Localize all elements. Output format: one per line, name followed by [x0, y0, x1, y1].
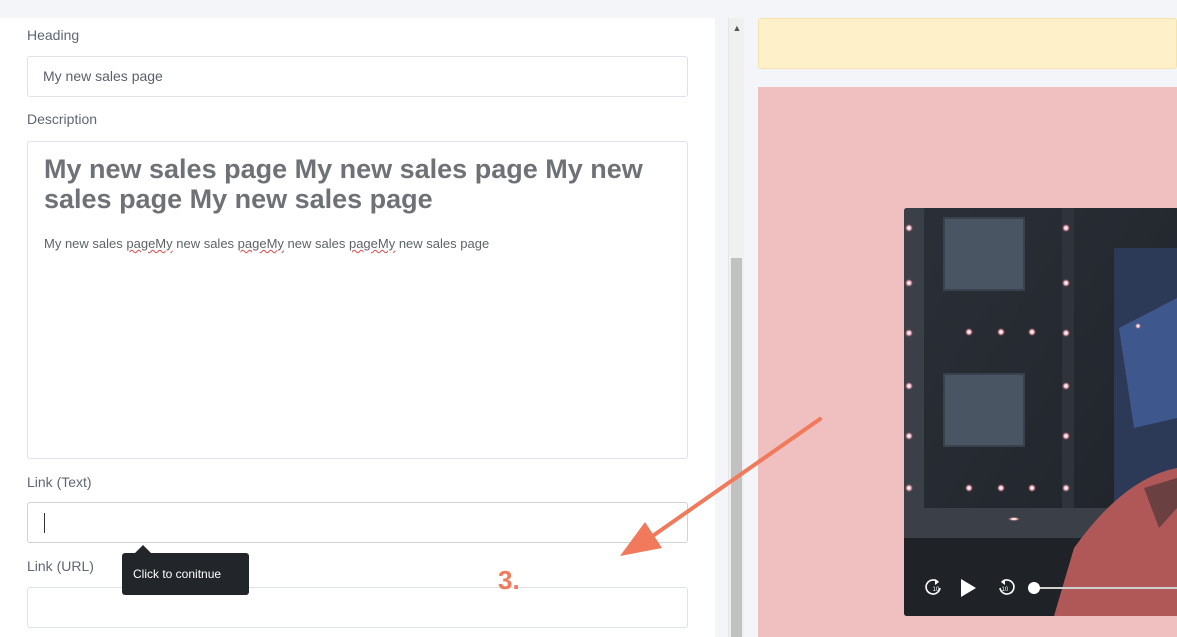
- description-body: My new sales pageMy new sales pageMy new…: [44, 236, 671, 251]
- editor-panel: Heading My new sales page Description My…: [0, 18, 715, 637]
- body-text: new sales page: [395, 236, 490, 251]
- page: Heading My new sales page Description My…: [0, 0, 1177, 637]
- tooltip-pointer: [135, 545, 151, 553]
- heading-label: Heading: [27, 27, 80, 43]
- video-player[interactable]: 10 10: [904, 208, 1177, 616]
- link-text-input[interactable]: [27, 502, 688, 543]
- body-text: new sales: [172, 236, 238, 251]
- scroll-thumb[interactable]: [731, 258, 742, 637]
- description-heading: My new sales page My new sales page My n…: [44, 154, 643, 214]
- svg-text:10: 10: [1002, 587, 1009, 593]
- controls-bar: 10 10: [925, 579, 1177, 597]
- video-frame: [904, 208, 1177, 616]
- tooltip[interactable]: Click to conitnue: [122, 553, 249, 595]
- notice-bar: [758, 18, 1177, 69]
- play-icon[interactable]: [961, 579, 976, 597]
- link-url-label: Link (URL): [27, 558, 94, 574]
- replay-10-icon[interactable]: 10: [925, 579, 941, 595]
- progress-slider[interactable]: [1028, 582, 1177, 594]
- description-label: Description: [27, 111, 98, 127]
- body-text: My new sales: [44, 236, 127, 251]
- step-number: 3.: [498, 565, 520, 595]
- editor-scrollbar[interactable]: ▲: [728, 18, 744, 637]
- svg-text:10: 10: [933, 587, 940, 593]
- text-caret: [44, 513, 45, 533]
- misspelled-word: pageMy: [126, 236, 173, 251]
- video-controls: 10 10: [904, 573, 1177, 603]
- misspelled-word: pageMy: [237, 236, 284, 251]
- description-editor[interactable]: My new sales page My new sales page My n…: [27, 141, 688, 459]
- forward-10-icon[interactable]: 10: [999, 579, 1015, 595]
- heading-input[interactable]: My new sales page: [27, 56, 688, 97]
- misspelled-word: pageMy: [348, 236, 396, 251]
- link-text-label: Link (Text): [27, 474, 92, 490]
- body-text: new sales: [283, 236, 349, 251]
- scroll-up-icon[interactable]: ▲: [729, 18, 745, 38]
